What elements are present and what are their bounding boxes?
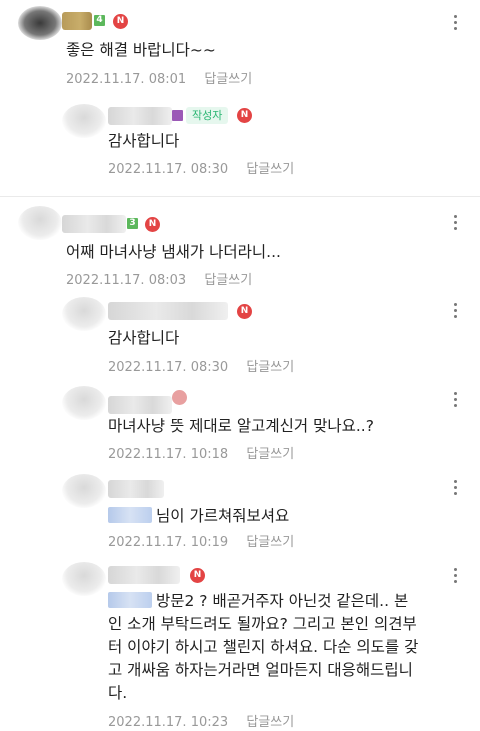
comment-date: 2022.11.17. 08:01 [66,72,187,87]
avatar[interactable] [18,206,62,240]
avatar[interactable] [62,474,106,508]
comment-text: 감사합니다 [108,132,180,150]
comment-meta: 2022.11.17. 10:18 답글쓰기 [108,443,294,462]
comment-text: 님이 가르쳐줘보셔요 [108,504,289,528]
nickname-blurred[interactable] [108,107,172,125]
reply-button[interactable]: 답글쓰기 [246,360,294,375]
comment-date: 2022.11.17. 08:03 [66,273,187,288]
reply-button[interactable]: 답글쓰기 [204,72,252,87]
reply-item: N 방문2 ? 배곧거주자 아닌것 같은데.. 본 인 소개 부탁드려도 될까요… [0,558,480,731]
more-options-icon[interactable] [452,480,458,500]
avatar[interactable] [62,386,106,420]
comment-text: 감사합니다 [108,329,180,347]
nickname-blurred[interactable] [108,396,172,414]
level-badge: 3 [127,218,138,229]
reply-item: 작성자 N 감사합니다 2022.11.17. 08:30 답글쓰기 [0,100,480,195]
mention-blurred[interactable] [108,592,152,608]
new-badge: N [145,217,160,232]
nickname-blurred[interactable] [108,566,180,584]
avatar[interactable] [62,104,106,138]
comment-item: 3 N 어째 마녀사냥 냄새가 나더라니... 2022.11.17. 08:0… [0,200,480,295]
comment-date: 2022.11.17. 10:23 [108,715,229,730]
level-badge: 4 [94,15,105,26]
nickname-blurred[interactable] [62,12,92,30]
comment-date: 2022.11.17. 10:18 [108,447,229,462]
reply-item: 님이 가르쳐줘보셔요 2022.11.17. 10:19 답글쓰기 [0,470,480,555]
comment-text-line-4: 다. [108,684,128,702]
comment-text-line-3: 고 개싸움 하자는거라면 얼마든지 대응해드립니 [108,661,413,679]
new-badge: N [113,14,128,29]
nickname-blurred[interactable] [108,302,228,320]
new-badge: N [190,568,205,583]
comment-date: 2022.11.17. 08:30 [108,162,229,177]
comment-text: 좋은 해결 바랍니다~~ [66,41,216,59]
comment-meta: 2022.11.17. 10:23 답글쓰기 [108,711,294,730]
comment-text: 어째 마녀사냥 냄새가 나더라니... [66,243,281,261]
reply-button[interactable]: 답글쓰기 [246,715,294,730]
comment-text-line-1: 인 소개 부탁드려도 될까요? 그리고 본인 의견부 [108,615,417,633]
comment-text-line: 방문2 ? 배곧거주자 아닌것 같은데.. 본 [108,589,408,613]
mention-blurred[interactable] [108,507,152,523]
nickname-blurred[interactable] [108,480,164,498]
more-options-icon[interactable] [452,392,458,412]
reply-item: N 감사합니다 2022.11.17. 08:30 답글쓰기 [0,295,480,380]
comment-date: 2022.11.17. 10:19 [108,535,229,550]
comment-text: 마녀사냥 뜻 제대로 알고계신거 맞나요..? [108,417,374,435]
reply-button[interactable]: 답글쓰기 [246,447,294,462]
level-badge [172,110,183,121]
comment-text-body: 님이 가르쳐줘보셔요 [156,507,290,525]
avatar[interactable] [62,562,106,596]
new-badge: N [237,304,252,319]
comment-meta: 2022.11.17. 08:01 답글쓰기 [66,68,252,87]
comment-meta: 2022.11.17. 08:30 답글쓰기 [108,158,294,177]
avatar[interactable] [18,6,62,40]
comment-meta: 2022.11.17. 08:30 답글쓰기 [108,356,294,375]
nickname-blurred[interactable] [62,215,126,233]
comment-meta: 2022.11.17. 10:19 답글쓰기 [108,531,294,550]
comment-text-line-0: 방문2 ? 배곧거주자 아닌것 같은데.. 본 [156,592,409,610]
author-badge: 작성자 [186,107,229,124]
comment-date: 2022.11.17. 08:30 [108,360,229,375]
reply-item: 마녀사냥 뜻 제대로 알고계신거 맞나요..? 2022.11.17. 10:1… [0,382,480,467]
more-options-icon[interactable] [452,215,458,235]
comment-text-line-2: 터 이야기 하시고 챌린지 하셔요. 다순 의도를 갖 [108,638,419,656]
new-badge [172,390,187,405]
more-options-icon[interactable] [452,303,458,323]
more-options-icon[interactable] [452,15,458,35]
reply-button[interactable]: 답글쓰기 [204,273,252,288]
reply-button[interactable]: 답글쓰기 [246,162,294,177]
reply-button[interactable]: 답글쓰기 [246,535,294,550]
avatar[interactable] [62,297,106,331]
divider [0,196,480,197]
new-badge: N [237,108,252,123]
comment-item: 4 N 좋은 해결 바랍니다~~ 2022.11.17. 08:01 답글쓰기 [0,0,480,100]
comment-meta: 2022.11.17. 08:03 답글쓰기 [66,269,252,288]
more-options-icon[interactable] [452,568,458,588]
